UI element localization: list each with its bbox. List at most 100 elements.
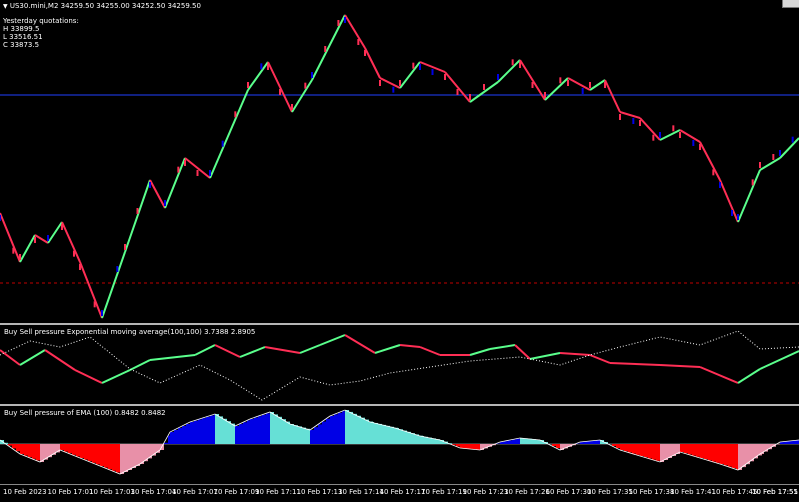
histogram-bar xyxy=(792,441,796,444)
histogram-bar xyxy=(504,441,508,444)
histogram-bar xyxy=(708,444,712,460)
ema-segment xyxy=(660,365,700,367)
histogram-bar xyxy=(616,444,620,448)
histogram-bar xyxy=(227,421,231,444)
histogram-bar xyxy=(704,444,708,459)
collapse-triangle-icon[interactable]: ▼ xyxy=(3,3,8,10)
histogram-bar xyxy=(592,441,596,444)
histogram-bar xyxy=(306,429,310,444)
indicator-histogram-pane[interactable]: Buy Sell pressure of EMA (100) 0.8482 0.… xyxy=(0,406,799,484)
histogram-bar xyxy=(116,444,120,472)
histogram-bar xyxy=(636,444,640,455)
histogram-bar xyxy=(464,444,468,448)
price-segment xyxy=(738,170,760,222)
time-axis-label: 10 Feb 17:45 xyxy=(712,488,758,496)
price-segment xyxy=(640,118,660,140)
histogram-bar xyxy=(370,422,374,444)
ema-segment xyxy=(490,345,515,349)
chart-corner-button[interactable] xyxy=(782,0,799,8)
time-axis-label: 10 Feb 2023 xyxy=(3,488,47,496)
histogram-bar xyxy=(720,444,724,464)
histogram-bar xyxy=(788,441,792,444)
price-segment xyxy=(312,15,345,80)
histogram-bar xyxy=(403,431,407,444)
histogram-bar xyxy=(508,440,512,444)
histogram-bar xyxy=(76,444,80,456)
histogram-bar xyxy=(395,428,399,444)
ema-segment xyxy=(215,345,240,357)
yesterday-close: C 33873.5 xyxy=(3,41,39,49)
histogram-bar xyxy=(314,427,318,444)
histogram-bar xyxy=(386,426,390,444)
histogram-bar xyxy=(648,444,652,458)
symbol-info: ▼ US30.mini,M2 34259.50 34255.00 34252.5… xyxy=(3,2,201,11)
histogram-bar xyxy=(696,444,700,457)
histogram-bar xyxy=(72,444,76,455)
histogram-bar xyxy=(644,444,648,457)
histogram-bar xyxy=(656,444,660,461)
ema-segment xyxy=(150,355,195,360)
histogram-bar xyxy=(688,444,692,454)
indicator-ema-pane[interactable]: Buy Sell pressure Exponential moving ave… xyxy=(0,325,799,404)
time-axis-label: 10 Feb 17:26 xyxy=(504,488,550,496)
histogram-bar xyxy=(68,444,72,453)
histogram-bar xyxy=(472,444,476,449)
price-segment xyxy=(520,60,545,100)
histogram-bar xyxy=(164,443,168,444)
histogram-bar xyxy=(235,426,239,444)
price-segment xyxy=(292,80,312,112)
time-axis-label: 10 Feb 17:13 xyxy=(297,488,343,496)
price-segment xyxy=(20,235,35,262)
histogram-bar xyxy=(664,444,668,460)
ema-segment xyxy=(375,345,400,353)
yesterday-quotations-title: Yesterday quotations: xyxy=(3,17,79,25)
time-axis-label: 10 Feb 17:55 xyxy=(752,488,798,496)
histogram-bar xyxy=(512,440,516,444)
time-axis-label: 10 Feb 17:38 xyxy=(629,488,675,496)
histogram-bar xyxy=(420,436,424,444)
ema-segment xyxy=(760,351,799,369)
histogram-bar xyxy=(96,444,100,464)
price-segment xyxy=(268,62,292,112)
price-segment xyxy=(590,80,605,90)
histogram-bar xyxy=(500,442,504,444)
price-segment xyxy=(380,78,400,88)
histogram-bar xyxy=(365,420,369,444)
ema-segment xyxy=(75,370,102,383)
histogram-bar xyxy=(660,444,664,462)
histogram-bar xyxy=(468,444,472,449)
histogram-bar xyxy=(374,423,378,444)
price-segment xyxy=(210,90,248,178)
price-segment xyxy=(102,252,125,318)
time-axis-label: 10 Feb 17:35 xyxy=(587,488,633,496)
histogram-bar xyxy=(174,430,178,444)
histogram-bar xyxy=(724,444,728,465)
histogram-bar xyxy=(108,444,112,469)
histogram-bar xyxy=(64,444,68,452)
histogram-bar xyxy=(516,439,520,444)
main-price-chart[interactable]: ▼ US30.mini,M2 34259.50 34255.00 34252.5… xyxy=(0,0,799,323)
histogram-bar xyxy=(399,429,403,444)
histogram-bar xyxy=(624,444,628,451)
indicator-histogram-svg xyxy=(0,406,799,484)
histogram-bar xyxy=(361,418,365,444)
histogram-bar xyxy=(738,444,742,470)
price-segment xyxy=(35,235,48,243)
histogram-bar xyxy=(632,444,636,454)
price-segment xyxy=(0,213,20,262)
histogram-bar xyxy=(100,444,104,466)
time-axis-label: 10 Feb 17:04 xyxy=(131,488,177,496)
histogram-bar xyxy=(12,444,16,448)
histogram-bar xyxy=(684,444,688,453)
histogram-bar xyxy=(198,419,202,444)
price-segment xyxy=(62,222,80,262)
histogram-bar xyxy=(524,438,528,444)
price-segment xyxy=(345,15,365,48)
histogram-bar xyxy=(210,416,214,444)
histogram-bar xyxy=(528,439,532,444)
histogram-bar xyxy=(274,414,278,444)
histogram-bar xyxy=(407,432,411,444)
price-segment xyxy=(660,130,680,140)
histogram-bar xyxy=(80,444,84,458)
time-axis-label: 10 Feb 17:03 xyxy=(89,488,135,496)
